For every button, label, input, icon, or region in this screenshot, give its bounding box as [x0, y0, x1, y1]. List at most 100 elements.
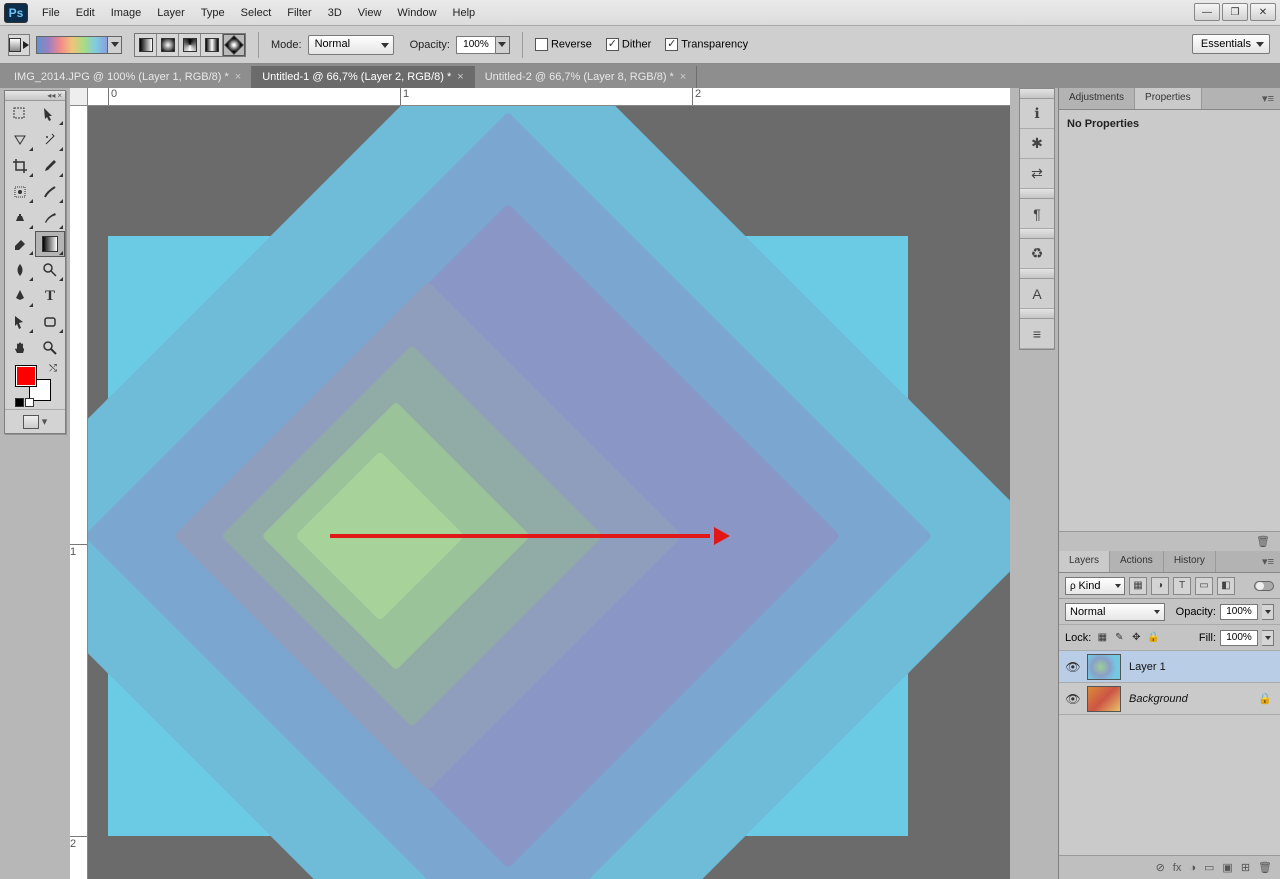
gradient-reflected-button[interactable]	[201, 34, 223, 56]
dock-character-icon[interactable]: A	[1020, 279, 1054, 309]
gradient-angle-button[interactable]	[179, 34, 201, 56]
pen-tool[interactable]	[5, 283, 35, 309]
gradient-tool[interactable]	[35, 231, 65, 257]
gradient-diamond-button[interactable]	[223, 34, 245, 56]
filter-kind-picker[interactable]: ρ Kind	[1065, 577, 1125, 595]
opacity-control[interactable]: 100%	[456, 36, 510, 54]
shape-tool[interactable]	[35, 309, 65, 335]
opacity-input[interactable]: 100%	[456, 36, 496, 54]
reverse-checkbox[interactable]: Reverse	[535, 38, 592, 51]
menu-view[interactable]: View	[350, 3, 390, 23]
clone-stamp-tool[interactable]	[5, 205, 35, 231]
lock-pixels-icon[interactable]: ✎	[1112, 631, 1126, 645]
quick-mask-toggle[interactable]: ▾	[5, 409, 65, 433]
crop-tool[interactable]	[5, 153, 35, 179]
filter-toggle[interactable]	[1254, 581, 1274, 591]
layer-name-label[interactable]: Background	[1129, 693, 1188, 705]
filter-adjust-icon[interactable]: ◑	[1151, 577, 1169, 595]
dock-refresh-icon[interactable]: ♻	[1020, 239, 1054, 269]
dock-swap-icon[interactable]: ⇄	[1020, 159, 1054, 189]
layer-row[interactable]: 👁 Background 🔒	[1059, 683, 1280, 715]
magic-wand-tool[interactable]	[35, 127, 65, 153]
zoom-tool[interactable]	[35, 335, 65, 361]
gradient-preview[interactable]	[36, 36, 108, 54]
filter-smart-icon[interactable]: ◧	[1217, 577, 1235, 595]
dock-brush-icon[interactable]: ✱	[1020, 129, 1054, 159]
healing-brush-tool[interactable]	[5, 179, 35, 205]
layer-fill-dropdown[interactable]	[1262, 630, 1274, 646]
close-icon[interactable]: ×	[235, 71, 241, 83]
window-close-button[interactable]: ✕	[1250, 3, 1276, 21]
workspace-picker[interactable]: Essentials	[1192, 34, 1270, 54]
blend-mode-picker[interactable]: Normal	[308, 35, 394, 55]
gradient-preview-picker[interactable]	[36, 36, 122, 54]
marquee-tool[interactable]	[35, 101, 65, 127]
visibility-toggle-icon[interactable]: 👁	[1059, 692, 1087, 706]
dock-info-icon[interactable]: ℹ	[1020, 99, 1054, 129]
menu-edit[interactable]: Edit	[68, 3, 103, 23]
dodge-tool[interactable]	[35, 257, 65, 283]
layer-fx-icon[interactable]: fx	[1173, 862, 1182, 874]
canvas-viewport[interactable]	[88, 106, 1010, 879]
close-icon[interactable]: ×	[680, 71, 686, 83]
menu-file[interactable]: File	[34, 3, 68, 23]
filter-shape-icon[interactable]: ▭	[1195, 577, 1213, 595]
tab-adjustments[interactable]: Adjustments	[1059, 88, 1135, 109]
layer-blend-mode-picker[interactable]: Normal	[1065, 603, 1165, 621]
path-selection-tool[interactable]	[5, 309, 35, 335]
panel-menu-icon[interactable]: ▾≡	[1256, 88, 1280, 109]
eyedropper-tool[interactable]	[35, 153, 65, 179]
lock-position-icon[interactable]: ✥	[1129, 631, 1143, 645]
tab-layers[interactable]: Layers	[1059, 551, 1110, 572]
eraser-tool[interactable]	[5, 231, 35, 257]
swap-colors-icon[interactable]: ⤭	[49, 363, 57, 374]
transparency-checkbox[interactable]: Transparency	[665, 38, 748, 51]
tools-panel[interactable]: ◂◂× T ⤭ ▾	[4, 90, 66, 434]
tab-history[interactable]: History	[1164, 551, 1216, 572]
window-minimize-button[interactable]: —	[1194, 3, 1220, 21]
adjustment-layer-icon[interactable]: ▭	[1204, 861, 1214, 874]
menu-layer[interactable]: Layer	[149, 3, 193, 23]
history-brush-tool[interactable]	[35, 205, 65, 231]
move-tool[interactable]	[5, 101, 35, 127]
document-canvas[interactable]	[108, 236, 908, 836]
current-tool-icon[interactable]	[8, 34, 30, 56]
workspace-switcher[interactable]: Essentials	[1192, 34, 1270, 54]
dither-checkbox[interactable]: Dither	[606, 38, 651, 51]
horizontal-ruler[interactable]: 0 1 2	[70, 88, 1010, 106]
layer-mask-icon[interactable]: ◑	[1189, 862, 1196, 874]
visibility-toggle-icon[interactable]: 👁	[1059, 660, 1087, 674]
delete-layer-icon[interactable]: 🗑	[1258, 861, 1272, 874]
trash-icon[interactable]: 🗑	[1256, 535, 1270, 548]
menu-filter[interactable]: Filter	[279, 3, 319, 23]
document-tab[interactable]: Untitled-1 @ 66,7% (Layer 2, RGB/8) *×	[252, 66, 475, 88]
gradient-radial-button[interactable]	[157, 34, 179, 56]
menu-help[interactable]: Help	[445, 3, 484, 23]
brush-tool[interactable]	[35, 179, 65, 205]
hand-tool[interactable]	[5, 335, 35, 361]
menu-select[interactable]: Select	[233, 3, 280, 23]
layer-thumbnail[interactable]	[1087, 654, 1121, 680]
lock-transparent-icon[interactable]: ▦	[1095, 631, 1109, 645]
opacity-dropdown[interactable]	[496, 36, 510, 54]
layer-opacity-dropdown[interactable]	[1262, 604, 1274, 620]
dock-header[interactable]	[1020, 89, 1054, 99]
foreground-color-swatch[interactable]	[15, 365, 37, 387]
tools-panel-header[interactable]: ◂◂×	[5, 91, 65, 101]
default-colors-icon[interactable]	[15, 398, 34, 407]
tab-properties[interactable]: Properties	[1135, 88, 1202, 109]
new-layer-icon[interactable]: ⊞	[1241, 861, 1250, 874]
layer-group-icon[interactable]: ▣	[1222, 861, 1232, 874]
layer-thumbnail[interactable]	[1087, 686, 1121, 712]
layer-opacity-input[interactable]: 100%	[1220, 604, 1258, 620]
panel-menu-icon[interactable]: ▾≡	[1256, 551, 1280, 572]
document-tab[interactable]: Untitled-2 @ 66,7% (Layer 8, RGB/8) *×	[475, 66, 698, 88]
layer-row[interactable]: 👁 Layer 1	[1059, 651, 1280, 683]
ruler-origin[interactable]	[70, 88, 88, 106]
dock-paragraph-icon[interactable]: ¶	[1020, 199, 1054, 229]
tab-actions[interactable]: Actions	[1110, 551, 1164, 572]
document-tab[interactable]: IMG_2014.JPG @ 100% (Layer 1, RGB/8) *×	[4, 66, 252, 88]
link-layers-icon[interactable]: ⊘	[1156, 861, 1165, 874]
type-tool[interactable]: T	[35, 283, 65, 309]
close-icon[interactable]: ×	[457, 71, 463, 83]
